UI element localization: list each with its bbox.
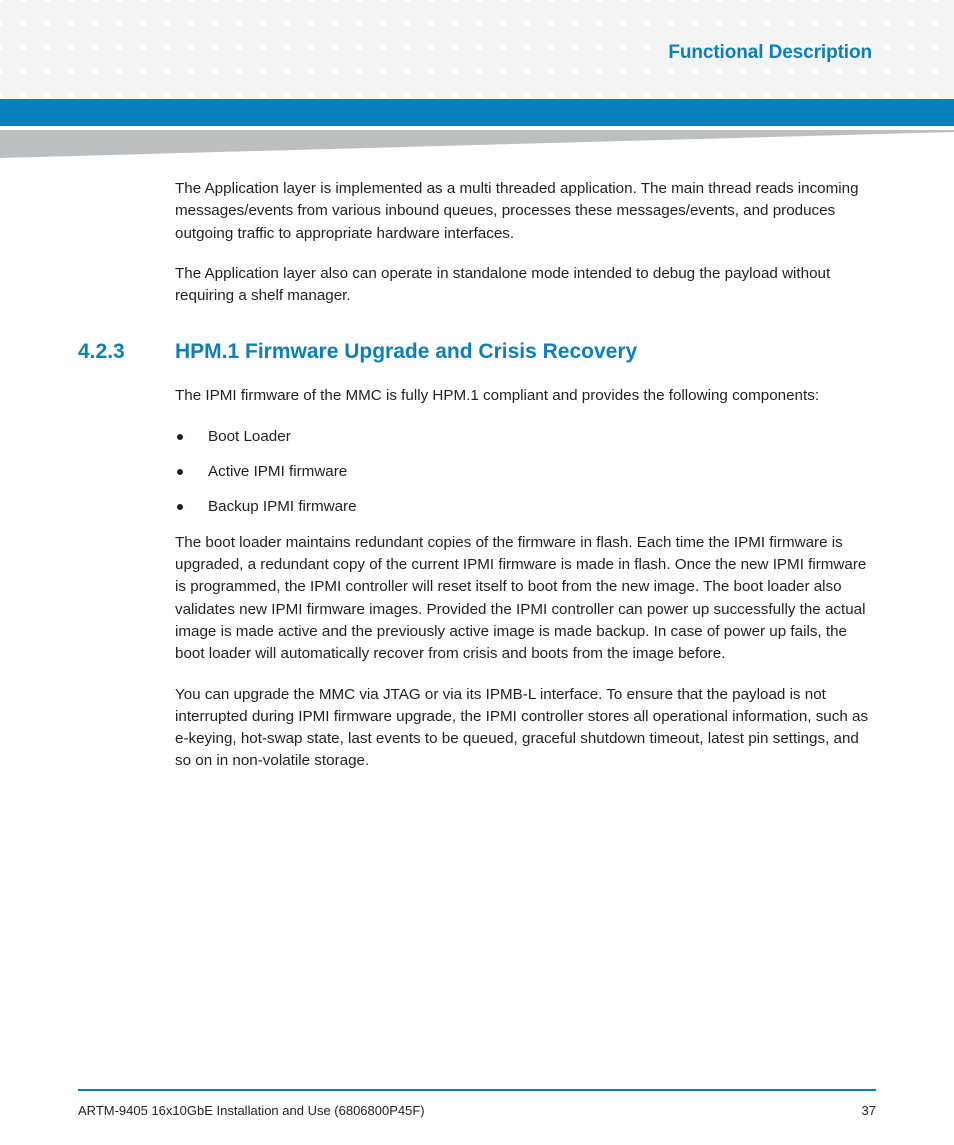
paragraph-upgrade-via-jtag: You can upgrade the MMC via JTAG or via … bbox=[175, 685, 869, 770]
footer-page-number: 37 bbox=[861, 1103, 876, 1118]
list-item: Active IPMI firmware bbox=[0, 461, 954, 483]
section-number: 4.2.3 bbox=[78, 340, 125, 364]
section-title: HPM.1 Firmware Upgrade and Crisis Recove… bbox=[175, 340, 638, 364]
footer-document-title: ARTM-9405 16x10GbE Installation and Use … bbox=[78, 1103, 425, 1118]
list-item: Backup IPMI firmware bbox=[0, 496, 954, 518]
paragraph-hpm1-components-intro: The IPMI firmware of the MMC is fully HP… bbox=[175, 387, 820, 405]
components-bullet-list: Boot Loader Active IPMI firmware Backup … bbox=[0, 426, 954, 518]
bullet-dot-icon bbox=[177, 468, 183, 475]
section-heading-4-2-3: 4.2.3 HPM.1 Firmware Upgrade and Crisis R… bbox=[0, 338, 954, 365]
header-gray-wedge bbox=[0, 130, 954, 160]
document-content: The Application layer is implemented as … bbox=[0, 178, 954, 791]
page-header-title: Functional Description bbox=[668, 42, 872, 63]
paragraph-standalone-mode: The Application layer also can operate i… bbox=[175, 264, 831, 305]
list-item-label: Backup IPMI firmware bbox=[208, 497, 357, 515]
page-footer: ARTM-9405 16x10GbE Installation and Use … bbox=[78, 1089, 876, 1129]
footer-divider bbox=[78, 1089, 876, 1091]
page-header-band: Functional Description bbox=[0, 0, 954, 98]
bullet-dot-icon bbox=[177, 503, 183, 510]
list-item: Boot Loader bbox=[0, 426, 954, 448]
bullet-dot-icon bbox=[177, 433, 183, 440]
paragraph-boot-loader-redundancy: The boot loader maintains redundant copi… bbox=[175, 533, 867, 663]
list-item-label: Boot Loader bbox=[208, 427, 291, 445]
header-blue-bar bbox=[0, 99, 954, 126]
paragraph-application-layer-threads: The Application layer is implemented as … bbox=[175, 180, 859, 242]
footer-row: ARTM-9405 16x10GbE Installation and Use … bbox=[78, 1103, 876, 1118]
list-item-label: Active IPMI firmware bbox=[208, 462, 348, 480]
